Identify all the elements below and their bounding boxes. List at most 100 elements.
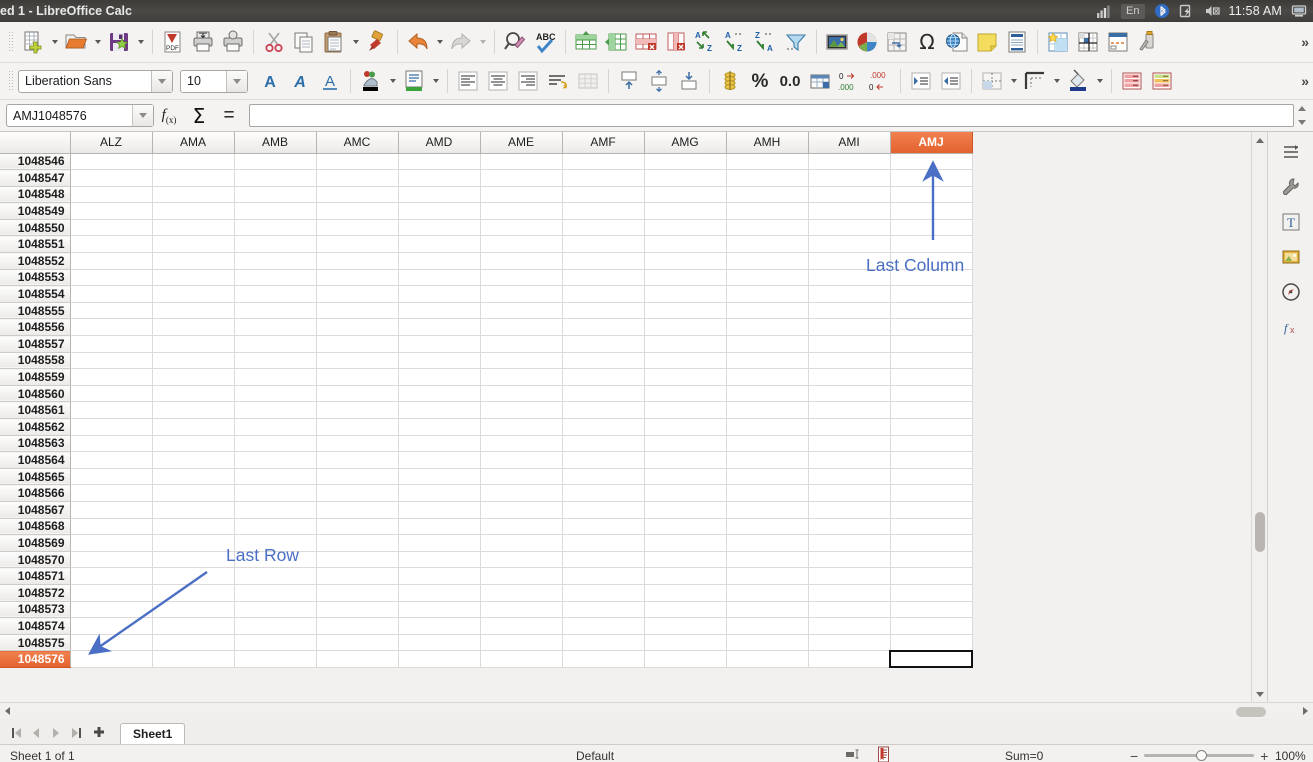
function-wizard-button[interactable]: f(x) (154, 103, 184, 129)
grid-cell[interactable] (316, 618, 398, 635)
grid-cell[interactable] (398, 618, 480, 635)
grid-cell[interactable] (70, 419, 152, 436)
grid-cell[interactable] (808, 501, 890, 518)
grid-cell[interactable] (890, 385, 972, 402)
grid-cell[interactable] (562, 219, 644, 236)
row-header-1048555[interactable]: 1048555 (0, 302, 70, 319)
redo-button[interactable] (446, 27, 476, 57)
borders-dropdown[interactable] (1007, 67, 1020, 95)
selection-mode-icon[interactable] (845, 748, 861, 762)
grid-cell[interactable] (398, 286, 480, 303)
spreadsheet-grid[interactable]: ALZAMAAMBAMCAMDAMEAMFAMGAMHAMIAMJ 104854… (0, 132, 973, 668)
grid-cell[interactable] (398, 651, 480, 668)
grid-cell[interactable] (890, 369, 972, 386)
grid-cell[interactable] (562, 336, 644, 353)
grid-cell[interactable] (808, 601, 890, 618)
row-header-1048575[interactable]: 1048575 (0, 634, 70, 651)
sidebar-functions-button[interactable]: fx (1276, 313, 1306, 341)
column-header-ami[interactable]: AMI (808, 132, 890, 153)
grid-cell[interactable] (234, 518, 316, 535)
grid-cell[interactable] (890, 419, 972, 436)
align-bottom-button[interactable] (674, 66, 704, 96)
grid-cell[interactable] (644, 634, 726, 651)
page-style[interactable]: Default (576, 749, 614, 762)
grid-cell[interactable] (890, 618, 972, 635)
border-style-button[interactable] (1020, 66, 1050, 96)
grid-cell[interactable] (316, 551, 398, 568)
grid-cell[interactable] (152, 203, 234, 220)
grid-cell[interactable] (480, 402, 562, 419)
cut-button[interactable] (259, 27, 289, 57)
grid-cell[interactable] (316, 186, 398, 203)
sidebar-gallery-button[interactable] (1276, 243, 1306, 271)
grid-cell[interactable] (480, 634, 562, 651)
row-header-1048570[interactable]: 1048570 (0, 551, 70, 568)
grid-cell[interactable] (398, 568, 480, 585)
grid-cell[interactable] (234, 452, 316, 469)
grid-cell[interactable] (726, 452, 808, 469)
grid-cell[interactable] (726, 203, 808, 220)
grid-cell[interactable] (70, 651, 152, 668)
grid-cell[interactable] (152, 651, 234, 668)
grid-cell[interactable] (480, 186, 562, 203)
grid-cell[interactable] (808, 385, 890, 402)
grid-cell[interactable] (316, 236, 398, 253)
grid-cell[interactable] (890, 535, 972, 552)
grid-cell[interactable] (480, 253, 562, 270)
grid-cell[interactable] (398, 518, 480, 535)
grid-cell[interactable] (316, 501, 398, 518)
grid-cell[interactable] (890, 352, 972, 369)
horizontal-scroll-thumb[interactable] (1236, 707, 1266, 717)
row-header-1048546[interactable]: 1048546 (0, 153, 70, 170)
grid-cell[interactable] (70, 468, 152, 485)
grid-cell[interactable] (316, 584, 398, 601)
grid-cell[interactable] (808, 402, 890, 419)
italic-button[interactable]: A (285, 66, 315, 96)
zoom-out-button[interactable]: − (1130, 751, 1138, 761)
grid-cell[interactable] (562, 170, 644, 187)
pivot-table-button[interactable] (882, 27, 912, 57)
grid-cell[interactable] (398, 385, 480, 402)
grid-cell[interactable] (726, 319, 808, 336)
grid-cell[interactable] (644, 319, 726, 336)
grid-cell[interactable] (316, 352, 398, 369)
signal-bars-icon[interactable] (1096, 3, 1112, 19)
grid-cell[interactable] (644, 485, 726, 502)
sidebar-properties-button[interactable] (1276, 173, 1306, 201)
grid-cell[interactable] (398, 153, 480, 170)
grid-cell[interactable] (480, 236, 562, 253)
autofilter-button[interactable] (781, 27, 811, 57)
grid-cell[interactable] (562, 286, 644, 303)
grid-cell[interactable] (890, 435, 972, 452)
grid-cell[interactable] (152, 568, 234, 585)
grid-cell[interactable] (234, 584, 316, 601)
grid-cell[interactable] (890, 319, 972, 336)
export-pdf-button[interactable]: PDF (158, 27, 188, 57)
grid-cell[interactable] (398, 302, 480, 319)
grid-cell[interactable] (644, 369, 726, 386)
grid-cell[interactable] (70, 369, 152, 386)
row-header-1048560[interactable]: 1048560 (0, 385, 70, 402)
grid-cell[interactable] (152, 634, 234, 651)
grid-cell[interactable] (398, 584, 480, 601)
first-sheet-button[interactable] (6, 722, 26, 744)
grid-cell[interactable] (480, 501, 562, 518)
grid-cell[interactable] (480, 518, 562, 535)
align-center-button[interactable] (483, 66, 513, 96)
grid-cell[interactable] (480, 419, 562, 436)
grid-cell[interactable] (480, 568, 562, 585)
row-header-1048567[interactable]: 1048567 (0, 501, 70, 518)
grid-cell[interactable] (398, 369, 480, 386)
grid-cell[interactable] (644, 203, 726, 220)
column-header-amj[interactable]: AMJ (890, 132, 972, 153)
grid-cell[interactable] (808, 634, 890, 651)
grid-cell[interactable] (808, 170, 890, 187)
grid-cell[interactable] (562, 485, 644, 502)
grid-cell[interactable] (726, 651, 808, 668)
row-header-1048571[interactable]: 1048571 (0, 568, 70, 585)
grid-cell[interactable] (562, 601, 644, 618)
grid-cell[interactable] (152, 336, 234, 353)
increase-indent-button[interactable] (906, 66, 936, 96)
grid-cell[interactable] (808, 219, 890, 236)
new-document-button[interactable] (18, 27, 48, 57)
